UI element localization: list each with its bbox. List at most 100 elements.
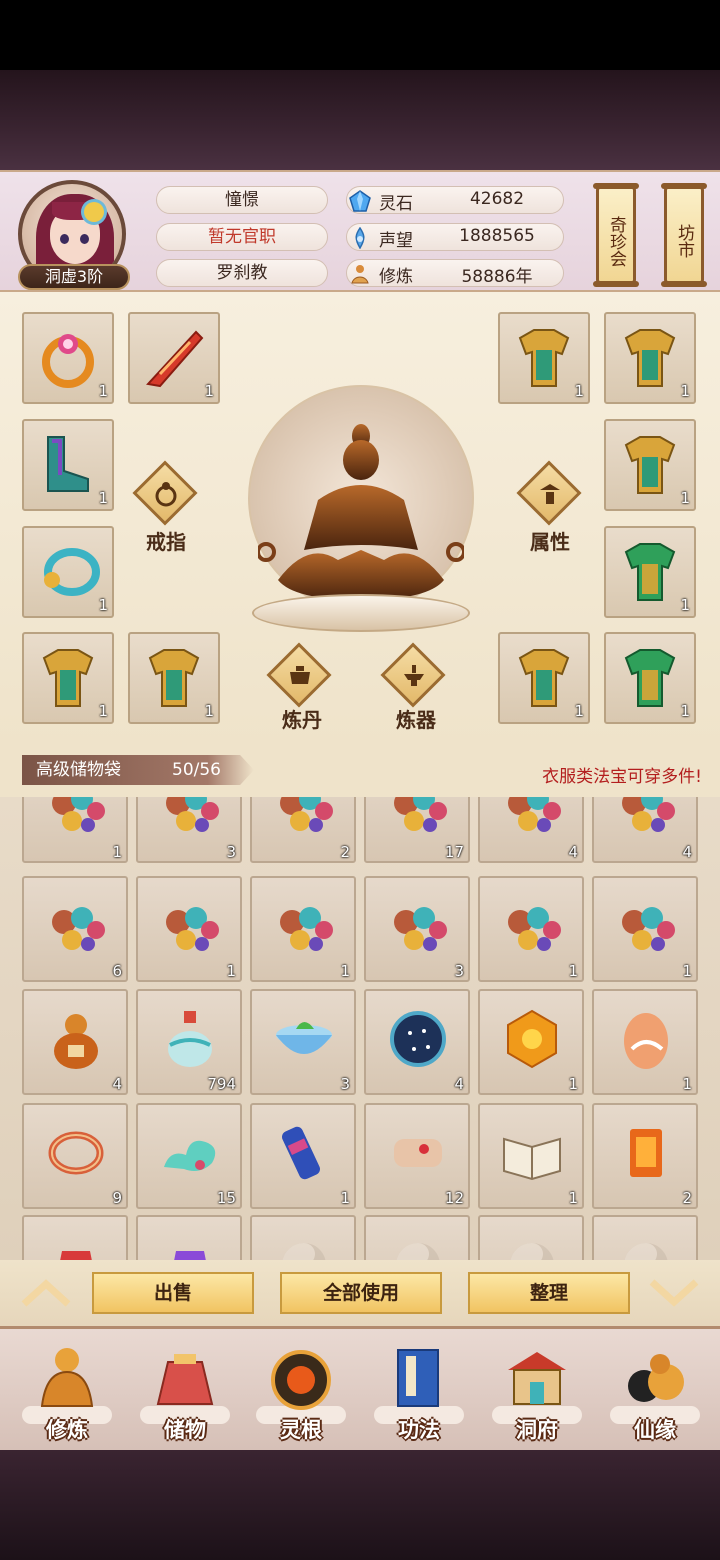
bag-slot[interactable]: 4 xyxy=(478,797,584,863)
nav-item[interactable]: 洞府 xyxy=(482,1334,592,1446)
red-pouch-icon xyxy=(60,1251,92,1260)
bag-slot[interactable]: 17 xyxy=(364,797,470,863)
bag-slot[interactable]: 2 xyxy=(592,1103,698,1209)
equip-slot-boots[interactable]: 1 xyxy=(22,419,114,511)
bag-slot[interactable]: 15 xyxy=(136,1103,242,1209)
use-all-button[interactable]: 全部使用 xyxy=(280,1272,442,1314)
bag-slot[interactable]: 6 xyxy=(22,876,128,982)
top-decor-band xyxy=(0,70,720,170)
item-count: 3 xyxy=(340,1075,350,1093)
ring-icon xyxy=(155,482,177,507)
equip-slot-ring[interactable]: 1 xyxy=(22,312,114,404)
stat-spirit-stone: 灵石 42682 xyxy=(346,186,564,214)
bag-slot[interactable] xyxy=(592,1215,698,1260)
equip-slot-armor-r5[interactable]: 1 xyxy=(498,632,590,724)
forging-button[interactable] xyxy=(380,642,446,708)
equip-slot-armor-r3[interactable]: 1 xyxy=(604,419,696,511)
nav-label: 储物 xyxy=(164,1418,206,1442)
anvil-icon xyxy=(404,665,424,686)
alchemy-button[interactable] xyxy=(266,642,332,708)
bag-slot[interactable]: 4 xyxy=(22,989,128,1095)
jade-cloud-icon xyxy=(164,1140,216,1171)
bag-slot[interactable]: 794 xyxy=(136,989,242,1095)
spirit-beads-icon xyxy=(52,907,105,951)
nav-item[interactable]: 仙缘 xyxy=(600,1334,710,1446)
bag-slot[interactable]: 1 xyxy=(136,876,242,982)
status-bar-area xyxy=(0,0,720,70)
item-count: 1 xyxy=(568,1189,578,1207)
bag-slot[interactable]: 1 xyxy=(478,989,584,1095)
equip-slot-armor-r1[interactable]: 1 xyxy=(498,312,590,404)
equip-slot-armor-r6[interactable]: 1 xyxy=(604,632,696,724)
spirit-beads-icon xyxy=(622,907,675,951)
bag-slot[interactable]: 1 xyxy=(22,797,128,863)
bag-slot[interactable]: 2 xyxy=(250,797,356,863)
spirit-beads-icon xyxy=(508,907,561,951)
player-name: 憧憬 xyxy=(156,186,328,214)
equip-slot-armor-r2[interactable]: 1 xyxy=(604,312,696,404)
attributes-label[interactable]: 属性 xyxy=(530,526,570,555)
hair-flower-icon xyxy=(84,202,104,222)
market-button[interactable]: 坊市 xyxy=(661,183,707,287)
bag-slot[interactable] xyxy=(250,1215,356,1260)
flame-blade-icon xyxy=(146,330,204,388)
bag-slot[interactable] xyxy=(22,1215,128,1260)
equip-slot-armor-l2[interactable]: 1 xyxy=(128,632,220,724)
gold-armor-icon xyxy=(42,649,94,707)
storage-bag-icon xyxy=(156,1354,214,1405)
item-count: 4 xyxy=(568,843,578,861)
nav-item[interactable]: 储物 xyxy=(130,1334,240,1446)
bag-slot[interactable]: 1 xyxy=(250,876,356,982)
nav-item[interactable]: 灵根 xyxy=(246,1334,356,1446)
bag-slot[interactable]: 1 xyxy=(592,876,698,982)
equip-slot-weapon[interactable]: 1 xyxy=(128,312,220,404)
forging-label[interactable]: 炼器 xyxy=(396,704,436,733)
sell-button[interactable]: 出售 xyxy=(92,1272,254,1314)
bag-slot[interactable]: 1 xyxy=(478,1103,584,1209)
bag-grid[interactable]: 1 3 2 17 4 4 6 1 1 3 1 1 4 794 3 4 1 1 9 15 1 12 1 2 xyxy=(0,797,720,1260)
bag-slot[interactable]: 3 xyxy=(136,797,242,863)
bag-slot[interactable]: 1 xyxy=(478,876,584,982)
jade-bracelet-icon xyxy=(44,548,100,596)
cultivation-icon xyxy=(351,265,369,284)
bag-slot[interactable] xyxy=(478,1215,584,1260)
alchemy-label[interactable]: 炼丹 xyxy=(282,704,322,733)
item-count: 9 xyxy=(112,1189,122,1207)
bag-slot[interactable]: 9 xyxy=(22,1103,128,1209)
item-count: 6 xyxy=(112,962,122,980)
bag-slot[interactable] xyxy=(136,1215,242,1260)
bag-slot[interactable]: 1 xyxy=(592,989,698,1095)
bag-slot[interactable]: 4 xyxy=(592,797,698,863)
scroll-down-icon[interactable] xyxy=(646,1276,702,1310)
equip-slot-armor-r4[interactable]: 1 xyxy=(604,526,696,618)
nav-label: 修炼 xyxy=(46,1418,88,1442)
bag-slot[interactable] xyxy=(364,1215,470,1260)
nav-label: 功法 xyxy=(398,1418,440,1442)
ring-button[interactable] xyxy=(132,460,198,526)
item-count: 12 xyxy=(444,1189,464,1207)
treasure-auction-button[interactable]: 奇珍会 xyxy=(593,183,639,287)
equip-slot-bracelet[interactable]: 1 xyxy=(22,526,114,618)
bag-slot[interactable]: 3 xyxy=(364,876,470,982)
item-count: 17 xyxy=(444,843,464,861)
cave-house-icon xyxy=(508,1352,566,1405)
item-count: 4 xyxy=(454,1075,464,1093)
item-count: 2 xyxy=(340,843,350,861)
nav-item[interactable]: 修炼 xyxy=(12,1334,122,1446)
attributes-button[interactable] xyxy=(516,460,582,526)
bag-slot[interactable]: 3 xyxy=(250,989,356,1095)
bag-slot[interactable]: 12 xyxy=(364,1103,470,1209)
equip-slot-armor-l1[interactable]: 1 xyxy=(22,632,114,724)
bag-slot[interactable]: 4 xyxy=(364,989,470,1095)
ring-label[interactable]: 戒指 xyxy=(146,526,186,555)
bag-slot[interactable]: 1 xyxy=(250,1103,356,1209)
sort-button[interactable]: 整理 xyxy=(468,1272,630,1314)
item-count: 1 xyxy=(682,962,692,980)
scroll-up-icon[interactable] xyxy=(18,1276,74,1310)
red-ring-icon xyxy=(48,1131,104,1175)
item-count: 1 xyxy=(680,702,690,720)
avatar-eye xyxy=(80,234,89,244)
purple-pouch-icon xyxy=(174,1251,206,1260)
spirit-beads-icon xyxy=(394,907,447,951)
nav-item[interactable]: 功法 xyxy=(364,1334,474,1446)
